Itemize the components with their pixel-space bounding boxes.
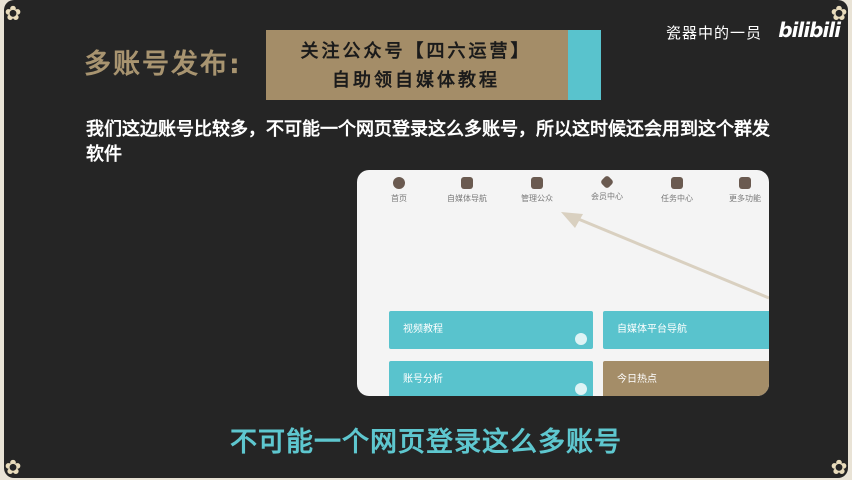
card-label: 自媒体平台导航 <box>617 324 687 335</box>
card-label: 账号分析 <box>403 374 443 385</box>
section-title: 多账号发布: <box>84 49 242 80</box>
card-today-hot[interactable]: 今日热点 <box>603 361 769 396</box>
banner-line-2: 自助领自媒体教程 <box>332 70 500 91</box>
card-icon <box>575 333 587 345</box>
channel-name: 瓷器中的一员 <box>665 24 762 42</box>
card-label: 今日热点 <box>617 374 657 385</box>
caption-subtitle: 不可能一个网页登录这么多账号 <box>230 427 622 458</box>
card-video-tutorial[interactable]: 视频教程 <box>389 311 593 349</box>
embedded-screenshot: 首页 自媒体导航 管理公众 会员中心 任务中心 更多功能 视频教程 自媒体平台导… <box>357 170 769 396</box>
card-platform-nav[interactable]: 自媒体平台导航 <box>603 311 769 349</box>
bilibili-logo: bilibili <box>778 18 841 42</box>
banner-line-1: 关注公众号【四六运营】 <box>300 41 532 62</box>
banner-accent <box>568 30 601 100</box>
arrow-shaft <box>570 214 769 300</box>
corner-flower-icon: ✿ <box>4 455 22 479</box>
body-text: 我们这边账号比较多，不可能一个网页登录这么多账号，所以这时候还会用到这个群发软件 <box>86 119 770 165</box>
card-icon <box>575 383 587 395</box>
card-label: 视频教程 <box>403 324 443 335</box>
card-account-analysis[interactable]: 账号分析 <box>389 361 593 396</box>
corner-flower-icon: ✿ <box>4 1 22 25</box>
corner-flower-icon: ✿ <box>830 455 848 479</box>
promo-banner: 关注公众号【四六运营】 自助领自媒体教程 <box>266 30 601 100</box>
